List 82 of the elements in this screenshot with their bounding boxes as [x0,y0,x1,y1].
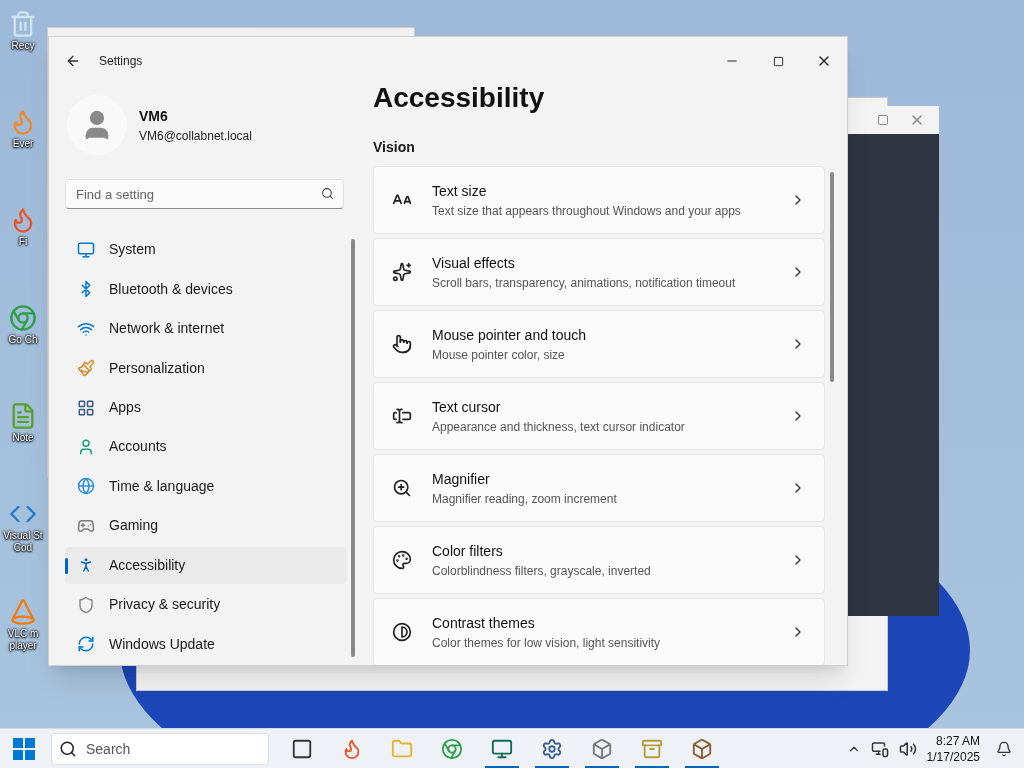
running-indicator [635,765,669,768]
refresh-icon [77,635,95,654]
crate-icon [691,737,713,760]
card-description: Mouse pointer color, size [432,346,566,364]
apps-grid-icon [77,398,95,417]
sparkle-icon [392,262,412,282]
shield-icon [77,595,95,614]
sidebar-item[interactable]: Apps [65,388,347,427]
folder-icon [391,737,413,760]
person-icon [77,438,95,456]
page-title: Accessibility [373,81,546,115]
card-title: Magnifier [432,469,491,489]
find-setting-field[interactable]: Find a setting [65,179,344,209]
card-title: Text size [432,181,488,201]
windows-logo-icon[interactable] [13,737,35,760]
account-email: VM6@collabnet.local [139,127,252,145]
clock[interactable]: 8:27 AM 1/17/2025 [926,732,980,765]
running-indicator [485,765,519,768]
contrast-icon [392,622,412,642]
maximize-icon[interactable] [877,114,889,126]
magnifier-icon [392,478,412,498]
card-title: Contrast themes [432,613,536,633]
desktop-icon-label: Ever [11,138,35,150]
card-title: Text cursor [432,397,502,417]
notification-icon[interactable] [996,740,1012,757]
settings-card[interactable]: Visual effects Scroll bars, transparency, animations, notification timeout [373,238,825,306]
card-description: Appearance and thickness, text cursor indicator [432,418,686,436]
network-icon[interactable] [870,739,889,758]
settings-card[interactable]: Magnifier Magnifier reading, zoom increment [373,454,825,522]
settings-icon [541,737,563,760]
volume-icon[interactable] [898,739,917,758]
card-description: Colorblindness filters, grayscale, inverted [432,562,652,580]
settings-card[interactable]: Text size Text size that appears throughout Windows and your apps [373,166,825,234]
running-indicator [535,765,569,768]
window-title: Settings [99,53,143,70]
card-description: Color themes for low vision, light sensitivity [432,634,662,652]
card-description: Scroll bars, transparency, animations, notification timeout [432,274,737,292]
chrome-icon [441,737,463,760]
card-description: Text size that appears throughout Windows and your apps [432,202,742,220]
sidebar-item[interactable]: Gaming [65,507,347,545]
sidebar-item[interactable]: Time & language [65,467,347,506]
text-cursor-icon [392,406,412,426]
sidebar-item[interactable]: Personalization [65,349,347,387]
sidebar-item[interactable]: Network & internet [65,309,347,348]
desktop-icon-label: VLC m player [6,628,40,652]
paintbrush-icon [77,359,95,378]
sidebar-item[interactable]: Accounts [65,428,347,466]
sidebar-item[interactable]: Privacy & security [65,586,347,624]
settings-card[interactable]: Contrast themes Color themes for low vision, light sensitivity [373,598,825,665]
card-title: Mouse pointer and touch [432,325,588,345]
package-icon [591,737,613,760]
sidebar-item[interactable]: Accessibility [65,546,347,585]
settings-card[interactable]: Mouse pointer and touch Mouse pointer color, size [373,310,825,378]
taskbar-search-box[interactable]: Search [51,732,269,765]
desktop-icon-label: Fi [17,236,29,248]
selection-indicator [65,557,68,574]
card-title: Visual effects [432,253,516,273]
back-icon[interactable] [65,53,81,69]
account-name: VM6 [139,106,169,126]
chrome-icon[interactable] [9,304,37,332]
archive-icon [641,737,663,760]
running-indicator [585,765,619,768]
palette-icon [392,550,412,570]
desktop-icon-label: Go Ch [7,334,39,346]
sidebar-item[interactable]: Bluetooth & devices [65,270,347,308]
card-title: Color filters [432,541,504,561]
sidebar-item[interactable]: Windows Update [65,625,347,663]
desktop-icon-label: Recy [10,40,36,52]
search-icon[interactable] [321,187,334,200]
hand-pointer-icon [392,334,412,354]
task-view-icon [291,737,313,760]
desktop-icon-label: Visual St Cod [2,530,44,554]
desktop-icon-label: Note [11,432,35,444]
settings-card[interactable]: Color filters Colorblindness filters, grayscale, inverted [373,526,825,594]
sidebar-item[interactable]: System [65,231,347,269]
running-indicator [685,765,719,768]
section-heading: Vision [373,138,416,157]
settings-card[interactable]: Text cursor Appearance and thickness, text cursor indicator [373,382,825,450]
card-description: Magnifier reading, zoom increment [432,490,618,508]
maximize-icon [772,55,784,67]
monitor-icon [77,240,95,259]
search-icon [59,739,77,758]
